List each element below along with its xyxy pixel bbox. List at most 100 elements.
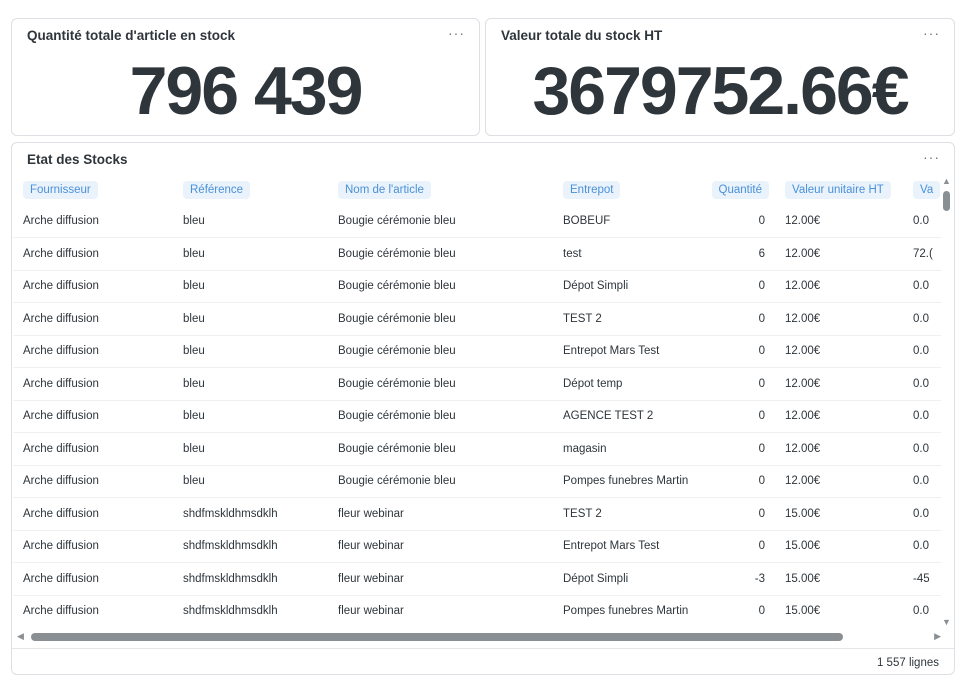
table-cell: 0.0 bbox=[903, 465, 941, 498]
table-cell: 0 bbox=[703, 270, 775, 303]
column-header-reference[interactable]: Référence bbox=[173, 175, 328, 205]
row-count: 1 557 lignes bbox=[876, 657, 939, 669]
vertical-scrollbar[interactable]: ▲ ▼ bbox=[941, 177, 953, 627]
table-cell: 0.0 bbox=[903, 595, 941, 627]
table-cell: bleu bbox=[173, 302, 328, 336]
table-cell: AGENCE TEST 2 bbox=[553, 400, 703, 433]
kpi-value: 796 439 bbox=[129, 53, 364, 129]
table-cell: 0.0 bbox=[903, 205, 941, 238]
scrollbar-thumb[interactable] bbox=[31, 633, 843, 641]
column-header-entrepot[interactable]: Entrepot bbox=[553, 175, 703, 205]
table-row[interactable]: Arche diffusion bleu Bougie cérémonie bleu… bbox=[13, 335, 941, 368]
table-cell: Arche diffusion bbox=[13, 335, 173, 368]
table-cell: 0.0 bbox=[903, 367, 941, 401]
table-cell: bleu bbox=[173, 335, 328, 368]
table-row[interactable]: Arche diffusion bleu Bougie cérémonie bleu… bbox=[13, 302, 941, 336]
table-cell: Entrepot Mars Test bbox=[553, 530, 703, 563]
table-cell: Bougie cérémonie bleu bbox=[328, 270, 553, 303]
table-row[interactable]: Arche diffusion bleu Bougie cérémonie bleu… bbox=[13, 465, 941, 498]
column-header-valeur-unitaire-ht[interactable]: Valeur unitaire HT bbox=[775, 175, 903, 205]
table-cell: 6 bbox=[703, 237, 775, 271]
horizontal-scrollbar[interactable]: ◀ ▶ bbox=[13, 629, 941, 645]
card-title: Valeur totale du stock HT bbox=[501, 28, 663, 43]
table-row[interactable]: Arche diffusion bleu Bougie cérémonie bleu… bbox=[13, 367, 941, 401]
ellipsis-icon[interactable]: ··· bbox=[923, 25, 940, 41]
kpi-card-total-stock-value: Valeur totale du stock HT ··· 3679752.66… bbox=[485, 18, 955, 136]
triangle-up-icon[interactable]: ▲ bbox=[942, 177, 951, 186]
table-cell: 15.00€ bbox=[775, 497, 903, 531]
table-cell: Bougie cérémonie bleu bbox=[328, 400, 553, 433]
table-cell: 15.00€ bbox=[775, 530, 903, 563]
card-title: Quantité totale d'article en stock bbox=[27, 28, 236, 43]
table-cell: test bbox=[553, 237, 703, 271]
table-cell: 12.00€ bbox=[775, 205, 903, 238]
table-cell: Arche diffusion bbox=[13, 367, 173, 401]
triangle-right-icon[interactable]: ▶ bbox=[934, 631, 941, 642]
table-cell: 15.00€ bbox=[775, 562, 903, 596]
table-cell: Arche diffusion bbox=[13, 432, 173, 466]
table-row[interactable]: Arche diffusion shdfmskldhmsdklh fleur web… bbox=[13, 562, 941, 596]
table-cell: 0 bbox=[703, 497, 775, 531]
table-cell: Arche diffusion bbox=[13, 530, 173, 563]
table-cell: Arche diffusion bbox=[13, 497, 173, 531]
table-cell: 0 bbox=[703, 335, 775, 368]
table-row[interactable]: Arche diffusion bleu Bougie cérémonie bleu… bbox=[13, 400, 941, 433]
table-cell: Arche diffusion bbox=[13, 595, 173, 627]
column-header-nom-article[interactable]: Nom de l'article bbox=[328, 175, 553, 205]
table-cell: 12.00€ bbox=[775, 302, 903, 336]
table-cell: 12.00€ bbox=[775, 465, 903, 498]
triangle-left-icon[interactable]: ◀ bbox=[17, 631, 24, 642]
column-header-fournisseur[interactable]: Fournisseur bbox=[13, 175, 173, 205]
table-cell: 12.00€ bbox=[775, 432, 903, 466]
table-cell: Bougie cérémonie bleu bbox=[328, 335, 553, 368]
scrollbar-thumb[interactable] bbox=[943, 191, 950, 211]
table-cell: Entrepot Mars Test bbox=[553, 335, 703, 368]
kpi-card-total-quantity: Quantité totale d'article en stock ··· 7… bbox=[11, 18, 480, 136]
table-cell: 0.0 bbox=[903, 432, 941, 466]
table-cell: 0.0 bbox=[903, 335, 941, 368]
card-title: Etat des Stocks bbox=[27, 152, 128, 167]
table-cell: 12.00€ bbox=[775, 270, 903, 303]
stock-table: Fournisseur Référence Nom de l'article E… bbox=[13, 175, 941, 627]
table-cell: BOBEUF bbox=[553, 205, 703, 238]
table-cell: 0.0 bbox=[903, 270, 941, 303]
table-cell: Bougie cérémonie bleu bbox=[328, 302, 553, 336]
table-row[interactable]: Arche diffusion shdfmskldhmsdklh fleur web… bbox=[13, 497, 941, 531]
table-cell: TEST 2 bbox=[553, 302, 703, 336]
column-header-valeur[interactable]: Va bbox=[903, 175, 941, 205]
triangle-down-icon[interactable]: ▼ bbox=[942, 618, 951, 627]
table-cell: magasin bbox=[553, 432, 703, 466]
table-cell: -45 bbox=[903, 562, 941, 596]
table-cell: Bougie cérémonie bleu bbox=[328, 237, 553, 271]
table-header-row: Fournisseur Référence Nom de l'article E… bbox=[13, 175, 941, 205]
table-cell: 0 bbox=[703, 205, 775, 238]
table-cell: shdfmskldhmsdklh bbox=[173, 595, 328, 627]
ellipsis-icon[interactable]: ··· bbox=[448, 25, 465, 41]
table-row[interactable]: Arche diffusion shdfmskldhmsdklh fleur web… bbox=[13, 595, 941, 627]
table-cell: Bougie cérémonie bleu bbox=[328, 465, 553, 498]
table-row[interactable]: Arche diffusion shdfmskldhmsdklh fleur web… bbox=[13, 530, 941, 563]
table-row[interactable]: Arche diffusion bleu Bougie cérémonie bleu… bbox=[13, 432, 941, 466]
table-cell: bleu bbox=[173, 237, 328, 271]
table-cell: 0 bbox=[703, 400, 775, 433]
table-cell: Pompes funebres Martin bbox=[553, 595, 703, 627]
table-cell: 0 bbox=[703, 530, 775, 563]
ellipsis-icon[interactable]: ··· bbox=[923, 149, 940, 165]
table-row[interactable]: Arche diffusion bleu Bougie cérémonie bleu… bbox=[13, 237, 941, 271]
table-cell: Bougie cérémonie bleu bbox=[328, 205, 553, 238]
table-cell: Pompes funebres Martin bbox=[553, 465, 703, 498]
table-cell: 0 bbox=[703, 367, 775, 401]
table-cell: TEST 2 bbox=[553, 497, 703, 531]
table-row[interactable]: Arche diffusion bleu Bougie cérémonie bleu… bbox=[13, 270, 941, 303]
table-cell: -3 bbox=[703, 562, 775, 596]
table-cell: Arche diffusion bbox=[13, 205, 173, 238]
table-cell: fleur webinar bbox=[328, 530, 553, 563]
table-cell: fleur webinar bbox=[328, 497, 553, 531]
table-cell: bleu bbox=[173, 465, 328, 498]
table-cell: Arche diffusion bbox=[13, 562, 173, 596]
table-cell: bleu bbox=[173, 270, 328, 303]
table-cell: Arche diffusion bbox=[13, 400, 173, 433]
table-cell: bleu bbox=[173, 367, 328, 401]
column-header-quantite[interactable]: Quantité bbox=[703, 175, 775, 205]
table-row[interactable]: Arche diffusion bleu Bougie cérémonie bleu… bbox=[13, 205, 941, 238]
